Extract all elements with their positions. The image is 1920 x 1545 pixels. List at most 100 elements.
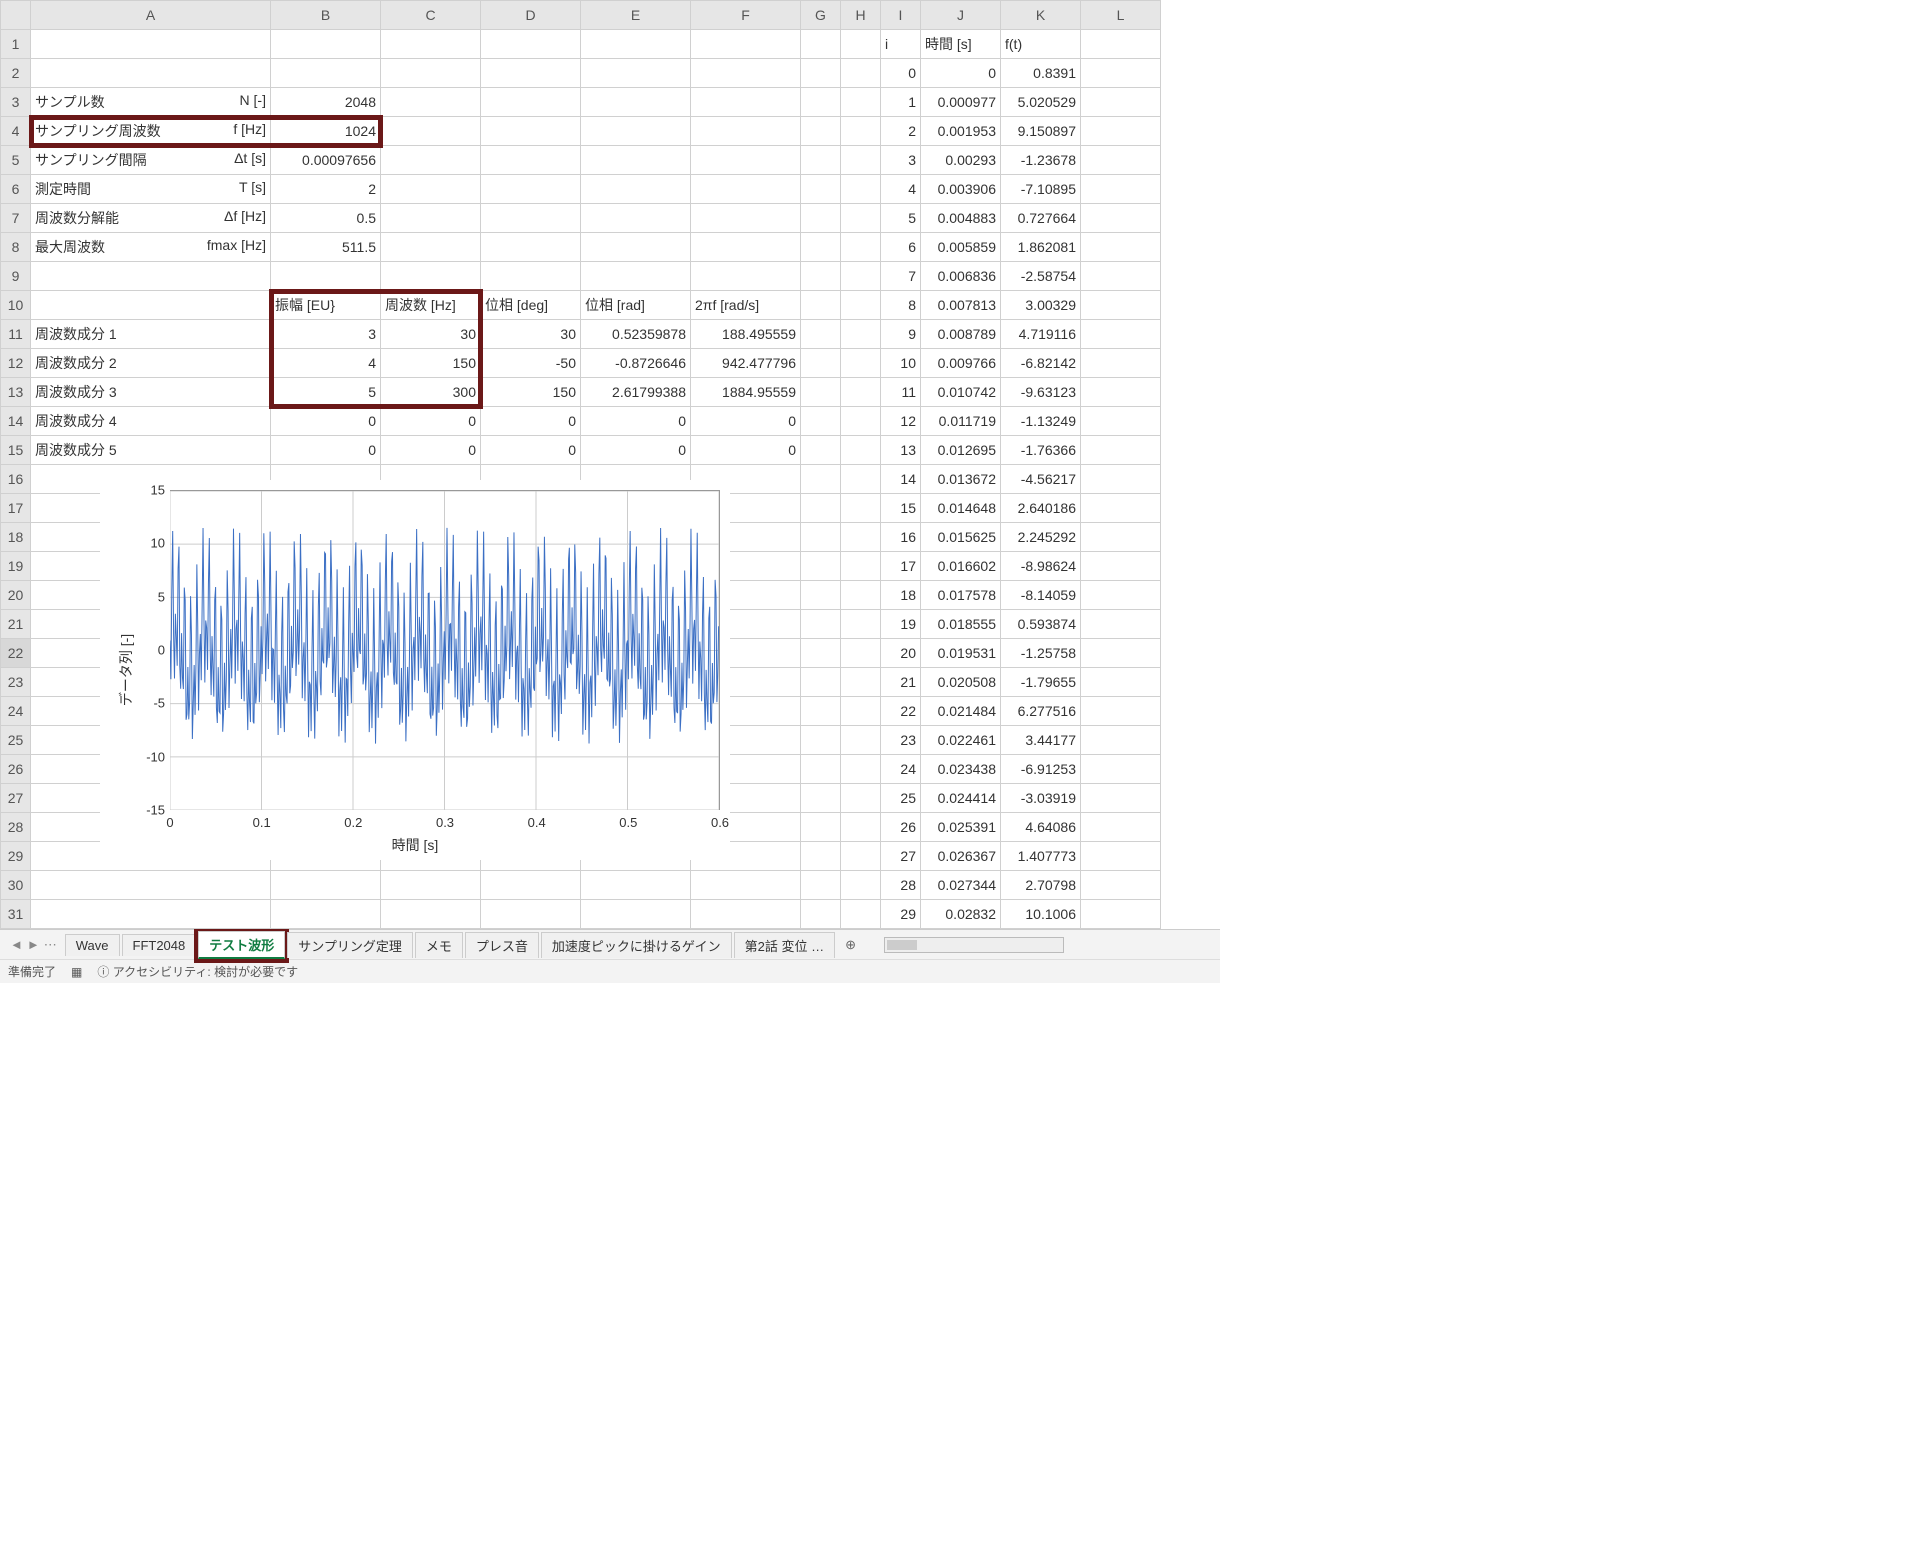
cell-L25[interactable] <box>1081 726 1161 755</box>
cell-D9[interactable] <box>481 262 581 291</box>
cell-B13[interactable]: 5 <box>271 378 381 407</box>
cell-I18[interactable]: 16 <box>881 523 921 552</box>
row-header-26[interactable]: 26 <box>1 755 31 784</box>
cell-H13[interactable] <box>841 378 881 407</box>
cell-A4[interactable]: サンプリング周波数f [Hz] <box>31 117 271 146</box>
cell-C15[interactable]: 0 <box>381 436 481 465</box>
col-header-A[interactable]: A <box>31 1 271 30</box>
cell-E3[interactable] <box>581 88 691 117</box>
cell-E15[interactable]: 0 <box>581 436 691 465</box>
cell-E8[interactable] <box>581 233 691 262</box>
cell-F1[interactable] <box>691 30 801 59</box>
cell-G13[interactable] <box>801 378 841 407</box>
row-header-31[interactable]: 31 <box>1 900 31 929</box>
cell-L9[interactable] <box>1081 262 1161 291</box>
cell-L24[interactable] <box>1081 697 1161 726</box>
cell-C12[interactable]: 150 <box>381 349 481 378</box>
cell-J19[interactable]: 0.016602 <box>921 552 1001 581</box>
cell-L23[interactable] <box>1081 668 1161 697</box>
cell-I9[interactable]: 7 <box>881 262 921 291</box>
cell-H17[interactable] <box>841 494 881 523</box>
row-header-7[interactable]: 7 <box>1 204 31 233</box>
cell-F2[interactable] <box>691 59 801 88</box>
cell-H6[interactable] <box>841 175 881 204</box>
row-header-3[interactable]: 3 <box>1 88 31 117</box>
cell-K5[interactable]: -1.23678 <box>1001 146 1081 175</box>
embedded-chart[interactable]: データ列 [-] 時間 [s] -15-10-505101500.10.20.3… <box>100 480 730 860</box>
horizontal-scrollbar[interactable] <box>884 937 1064 953</box>
cell-H24[interactable] <box>841 697 881 726</box>
cell-F11[interactable]: 188.495559 <box>691 320 801 349</box>
cell-C5[interactable] <box>381 146 481 175</box>
cell-J29[interactable]: 0.026367 <box>921 842 1001 871</box>
cell-K23[interactable]: -1.79655 <box>1001 668 1081 697</box>
col-header-L[interactable]: L <box>1081 1 1161 30</box>
cell-A31[interactable] <box>31 900 271 929</box>
col-header-G[interactable]: G <box>801 1 841 30</box>
cell-E12[interactable]: -0.8726646 <box>581 349 691 378</box>
cell-I4[interactable]: 2 <box>881 117 921 146</box>
cell-A8[interactable]: 最大周波数fmax [Hz] <box>31 233 271 262</box>
cell-A12[interactable]: 周波数成分 2 <box>31 349 271 378</box>
row-header-6[interactable]: 6 <box>1 175 31 204</box>
cell-J10[interactable]: 0.007813 <box>921 291 1001 320</box>
cell-K28[interactable]: 4.64086 <box>1001 813 1081 842</box>
cell-H20[interactable] <box>841 581 881 610</box>
cell-J7[interactable]: 0.004883 <box>921 204 1001 233</box>
row-header-24[interactable]: 24 <box>1 697 31 726</box>
accessibility-status[interactable]: ⓘ アクセシビリティ: 検討が必要です <box>97 963 298 980</box>
cell-E4[interactable] <box>581 117 691 146</box>
cell-H29[interactable] <box>841 842 881 871</box>
cell-I16[interactable]: 14 <box>881 465 921 494</box>
cell-J16[interactable]: 0.013672 <box>921 465 1001 494</box>
cell-H30[interactable] <box>841 871 881 900</box>
cell-C4[interactable] <box>381 117 481 146</box>
cell-C11[interactable]: 30 <box>381 320 481 349</box>
cell-H18[interactable] <box>841 523 881 552</box>
col-header-D[interactable]: D <box>481 1 581 30</box>
cell-J25[interactable]: 0.022461 <box>921 726 1001 755</box>
sheet-tab[interactable]: 加速度ピックに掛けるゲイン <box>541 932 732 958</box>
cell-E7[interactable] <box>581 204 691 233</box>
cell-D3[interactable] <box>481 88 581 117</box>
cell-B7[interactable]: 0.5 <box>271 204 381 233</box>
row-header-8[interactable]: 8 <box>1 233 31 262</box>
cell-H22[interactable] <box>841 639 881 668</box>
cell-H11[interactable] <box>841 320 881 349</box>
cell-K18[interactable]: 2.245292 <box>1001 523 1081 552</box>
cell-K29[interactable]: 1.407773 <box>1001 842 1081 871</box>
cell-I15[interactable]: 13 <box>881 436 921 465</box>
cell-H1[interactable] <box>841 30 881 59</box>
cell-K10[interactable]: 3.00329 <box>1001 291 1081 320</box>
cell-G4[interactable] <box>801 117 841 146</box>
cell-I7[interactable]: 5 <box>881 204 921 233</box>
cell-A9[interactable] <box>31 262 271 291</box>
cell-J21[interactable]: 0.018555 <box>921 610 1001 639</box>
cell-I29[interactable]: 27 <box>881 842 921 871</box>
cell-K24[interactable]: 6.277516 <box>1001 697 1081 726</box>
cell-K3[interactable]: 5.020529 <box>1001 88 1081 117</box>
cell-F8[interactable] <box>691 233 801 262</box>
cell-B30[interactable] <box>271 871 381 900</box>
cell-F6[interactable] <box>691 175 801 204</box>
cell-H28[interactable] <box>841 813 881 842</box>
cell-G2[interactable] <box>801 59 841 88</box>
cell-F9[interactable] <box>691 262 801 291</box>
row-header-12[interactable]: 12 <box>1 349 31 378</box>
row-header-11[interactable]: 11 <box>1 320 31 349</box>
row-header-10[interactable]: 10 <box>1 291 31 320</box>
worksheet-area[interactable]: ABCDEFGHIJKL1i時間 [s]f(t)2000.83913サンプル数N… <box>0 0 1220 929</box>
row-header-2[interactable]: 2 <box>1 59 31 88</box>
cell-H31[interactable] <box>841 900 881 929</box>
cell-C10[interactable]: 周波数 [Hz] <box>381 291 481 320</box>
cell-H14[interactable] <box>841 407 881 436</box>
select-all-corner[interactable] <box>1 1 31 30</box>
cell-C3[interactable] <box>381 88 481 117</box>
cell-G7[interactable] <box>801 204 841 233</box>
cell-I6[interactable]: 4 <box>881 175 921 204</box>
cell-G6[interactable] <box>801 175 841 204</box>
cell-J22[interactable]: 0.019531 <box>921 639 1001 668</box>
cell-L10[interactable] <box>1081 291 1161 320</box>
cell-D1[interactable] <box>481 30 581 59</box>
cell-G14[interactable] <box>801 407 841 436</box>
